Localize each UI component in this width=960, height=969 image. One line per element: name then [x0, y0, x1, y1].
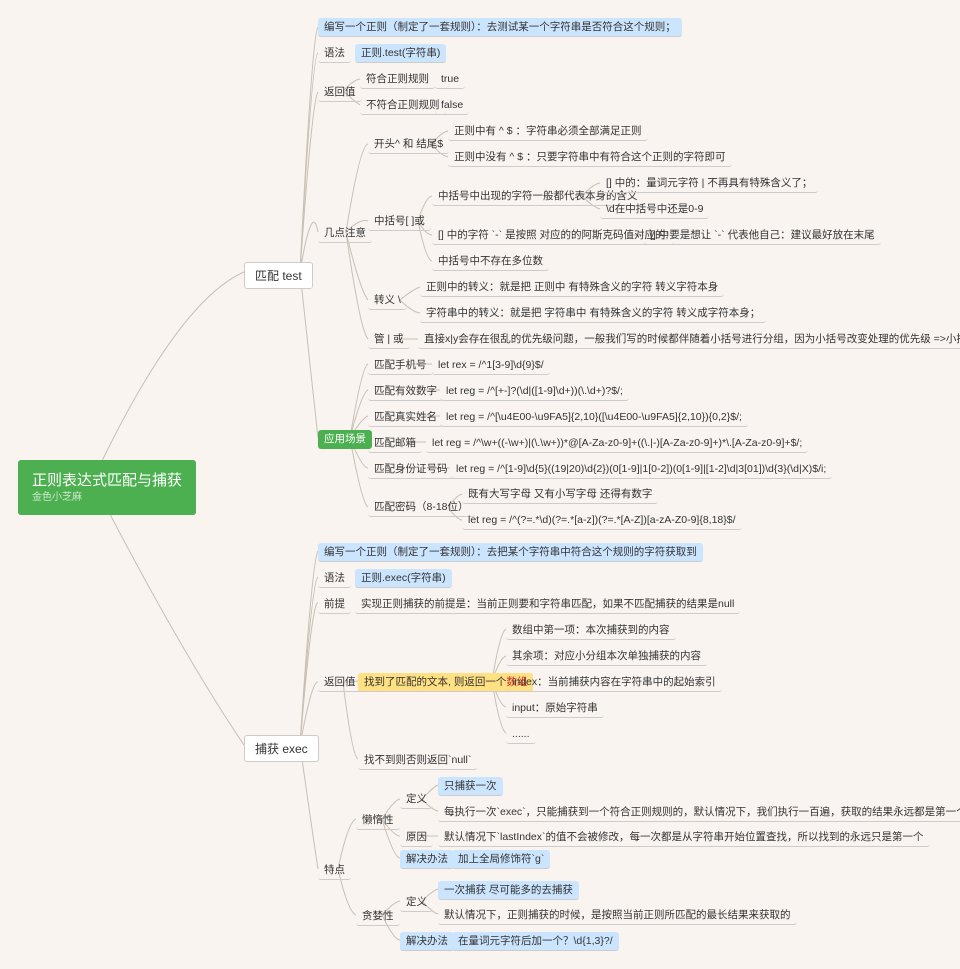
escape-label: 转义 \ [368, 291, 407, 310]
idcard-label: 匹配身份证号码 [368, 460, 454, 479]
bracket-dash-tip: [] 中要是想让 `-` 代表他自己：建议最好放在末尾 [644, 226, 881, 245]
arr-item0: 数组中第一项：本次捕获到的内容 [506, 621, 676, 640]
greedy-desc: 默认情况下，正则捕获的时候，是按照当前正则所匹配的最长结果来获取的 [438, 906, 797, 925]
notes-label: 几点注意 [318, 224, 372, 243]
root-author: 金色小芝麻 [32, 491, 182, 505]
arr-more: ...... [506, 725, 536, 744]
phone-label: 匹配手机号 [368, 356, 433, 375]
lazy-solve: 加上全局修饰符`g` [452, 850, 550, 869]
greedy-solve: 在量词元字符后加一个？\d{1,3}?/ [452, 932, 619, 951]
lazy-desc: 每执行一次`exec`，只能捕获到一个符合正则规则的，默认情况下，我们执行一百遍… [438, 803, 960, 822]
bracket-multi: 中括号中不存在多位数 [432, 252, 549, 271]
test-return-label: 返回值 [318, 83, 362, 102]
exec-notfound: 找不到则否则返回`null` [358, 751, 477, 770]
bracket-dash: [] 中的字符 `-` 是按照 对应的的阿斯克码值对应的; [432, 226, 674, 245]
name-label: 匹配真实姓名 [368, 408, 443, 427]
escape-string: 字符串中的转义：就是把 字符串中 有特殊含义的字符 转义成字符本身； [420, 304, 766, 323]
or-label: 管 | 或 [368, 330, 410, 349]
anchor-label: 开头^ 和 结尾$ [368, 135, 449, 154]
pwd-regex: let reg = /^(?=.*\d)(?=.*[a-z])(?=.*[A-Z… [462, 511, 742, 530]
use-cases-label: 应用场景 [318, 430, 372, 449]
arr-index: index：当前捕获内容在字符串中的起始索引 [506, 673, 722, 692]
greedy-max: 一次捕获 尽可能多的去捕获 [438, 881, 579, 900]
lazy-def-label: 定义 [400, 790, 433, 809]
level1-exec[interactable]: 捕获 exec [244, 735, 319, 762]
return-true-value: true [435, 70, 465, 89]
name-regex: let reg = /^[\u4E00-\u9FA5]{2,10}([\u4E0… [440, 408, 748, 427]
escape-regex: 正则中的转义：就是把 正则中 有特殊含义的字符 转义字符本身 [420, 278, 724, 297]
anchor-no: 正则中没有 ^ $ ：只要字符串中有符合这个正则的字符即可 [448, 148, 732, 167]
email-regex: let reg = /^\w+((-\w+)|(\.\w+))*@[A-Za-z… [426, 434, 808, 453]
exec-definition: 编写一个正则（制定了一套规则）：去把某个字符串中符合这个规则的字符获取到 [318, 543, 703, 562]
root-title: 正则表达式匹配与捕获 [32, 470, 182, 491]
exec-prereq-label: 前提 [318, 595, 351, 614]
bracket-label: 中括号[ ]或 [368, 212, 431, 231]
exec-prereq-value: 实现正则捕获的前提是：当前正则要和字符串匹配，如果不匹配捕获的结果是null [355, 595, 740, 614]
greedy-label: 贪婪性 [356, 907, 400, 926]
greedy-def-label: 定义 [400, 893, 433, 912]
number-label: 匹配有效数字 [368, 382, 443, 401]
arr-input: input：原始字符串 [506, 699, 604, 718]
test-syntax-label: 语法 [318, 44, 351, 63]
anchor-yes: 正则中有 ^ $ ：字符串必须全部满足正则 [448, 122, 648, 141]
root-node[interactable]: 正则表达式匹配与捕获 金色小芝麻 [18, 460, 196, 515]
or-desc: 直接x|y会存在很乱的优先级问题，一般我们写的时候都伴随着小括号进行分组，因为小… [418, 330, 960, 349]
bracket-quant: [] 中的：量词元字符 | 不再具有特殊含义了； [600, 174, 818, 193]
email-label: 匹配邮箱 [368, 434, 422, 453]
pwd-label: 匹配密码（8-18位） [368, 498, 475, 517]
exec-return-label: 返回值 [318, 673, 362, 692]
greedy-solve-label: 解决办法 [400, 932, 454, 951]
test-syntax-value: 正则.test(字符串) [355, 44, 446, 63]
return-true-label: 符合正则规则 [360, 70, 435, 89]
lazy-reason-label: 原因 [400, 828, 433, 847]
bracket-digit: \d在中括号中还是0-9 [600, 200, 709, 219]
test-definition: 编写一个正则（制定了一套规则）：去测试某一个字符串是否符合这个规则； [318, 18, 682, 37]
lazy-label: 懒惰性 [356, 811, 400, 830]
exec-found-text: 找到了匹配的文本, 则返回一个 [364, 676, 506, 688]
phone-regex: let rex = /^1[3-9]\d{9}$/ [432, 356, 550, 375]
pwd-desc: 既有大写字母 又有小写字母 还得有数字 [462, 485, 658, 504]
lazy-solve-label: 解决办法 [400, 850, 454, 869]
return-false-label: 不符合正则规则 [360, 96, 446, 115]
arr-groups: 其余项：对应小分组本次单独捕获的内容 [506, 647, 707, 666]
exec-syntax-value: 正则.exec(字符串) [355, 569, 452, 588]
feature-label: 特点 [318, 861, 351, 880]
lazy-once: 只捕获一次 [438, 777, 503, 796]
number-regex: let reg = /^[+-]?(\d|([1-9]\d+))(\.\d+)?… [440, 382, 629, 401]
level1-test[interactable]: 匹配 test [244, 262, 313, 289]
idcard-regex: let reg = /^[1-9]\d{5}((19|20)\d{2})(0[1… [450, 460, 832, 479]
lazy-reason: 默认情况下`lastIndex`的值不会被修改，每一次都是从字符串开始位置查找，… [438, 828, 930, 847]
exec-syntax-label: 语法 [318, 569, 351, 588]
return-false-value: false [435, 96, 469, 115]
